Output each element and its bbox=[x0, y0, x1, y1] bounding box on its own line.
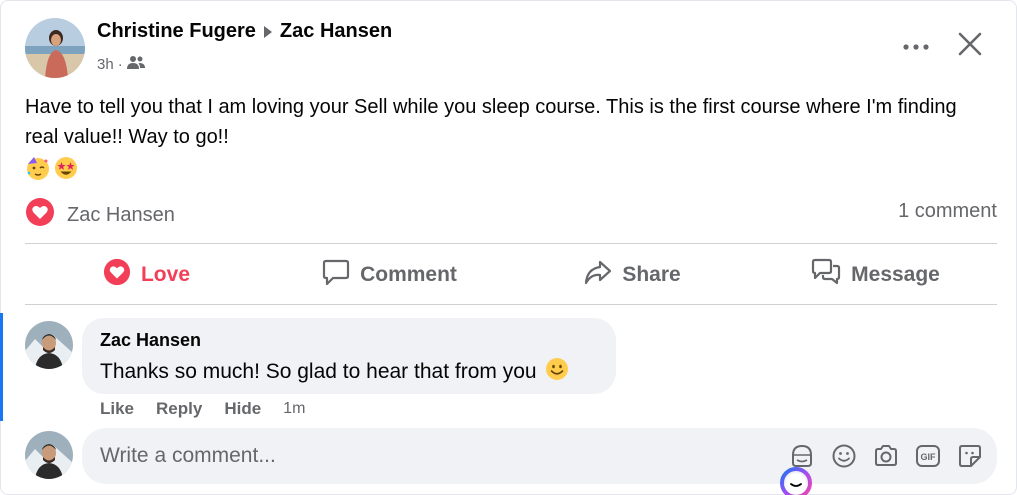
comment-icon bbox=[322, 258, 350, 292]
comment-text: Thanks so much! So glad to hear that fro… bbox=[100, 360, 537, 383]
comment-input[interactable] bbox=[100, 441, 780, 471]
share-label: Share bbox=[622, 263, 681, 286]
audience-friends-icon[interactable] bbox=[126, 54, 145, 74]
camera-icon[interactable] bbox=[872, 442, 900, 470]
star-struck-emoji bbox=[53, 155, 79, 181]
message-label: Message bbox=[851, 263, 940, 286]
love-label: Love bbox=[140, 263, 190, 286]
commenter-avatar[interactable] bbox=[25, 321, 73, 369]
comment-count-link[interactable]: 1 comment bbox=[898, 200, 997, 223]
comment-hide-button[interactable]: Hide bbox=[224, 399, 261, 419]
love-reaction-icon bbox=[25, 197, 55, 233]
post-time[interactable]: 3h bbox=[97, 56, 114, 73]
meta-separator: · bbox=[117, 55, 123, 73]
divider bbox=[25, 304, 997, 305]
comment-like-button[interactable]: Like bbox=[100, 399, 134, 419]
share-icon bbox=[584, 258, 612, 292]
partying-face-emoji bbox=[25, 155, 51, 181]
emoji-icon[interactable] bbox=[830, 442, 858, 470]
gif-icon[interactable]: GIF bbox=[914, 442, 942, 470]
more-dots-icon bbox=[903, 37, 929, 55]
close-icon bbox=[958, 32, 982, 61]
comment-highlight-bar bbox=[0, 313, 3, 421]
author-name[interactable]: Christine Fugere bbox=[97, 20, 256, 43]
post-header-names: Christine Fugere Zac Hansen bbox=[97, 20, 392, 43]
comment-label: Comment bbox=[360, 263, 457, 286]
message-icon bbox=[811, 258, 841, 292]
post-emojis bbox=[25, 155, 79, 181]
message-button[interactable]: Message bbox=[754, 248, 997, 302]
reactions-summary[interactable]: Zac Hansen bbox=[25, 197, 175, 233]
divider bbox=[25, 243, 997, 244]
comment-composer: GIF bbox=[82, 428, 997, 484]
comment-author[interactable]: Zac Hansen bbox=[100, 330, 598, 351]
share-button[interactable]: Share bbox=[511, 248, 754, 302]
comment-button[interactable]: Comment bbox=[268, 248, 511, 302]
current-user-avatar[interactable] bbox=[25, 431, 73, 479]
recipient-name[interactable]: Zac Hansen bbox=[280, 20, 392, 43]
post-card: Christine Fugere Zac Hansen 3h · Have to… bbox=[0, 0, 1017, 495]
more-options-button[interactable] bbox=[898, 30, 934, 62]
close-button[interactable] bbox=[952, 28, 988, 64]
love-button[interactable]: Love bbox=[25, 248, 268, 302]
meta-ai-icon[interactable] bbox=[779, 466, 813, 495]
love-icon bbox=[103, 258, 131, 292]
arrow-right-icon bbox=[263, 25, 272, 38]
author-avatar[interactable] bbox=[25, 18, 85, 78]
post-meta: 3h · bbox=[97, 54, 145, 74]
comment-actions: Like Reply Hide 1m bbox=[100, 399, 305, 419]
comment-bubble: Zac Hansen Thanks so much! So glad to he… bbox=[82, 318, 616, 394]
smiling-face-emoji bbox=[545, 357, 569, 387]
comment-reply-button[interactable]: Reply bbox=[156, 399, 202, 419]
comment-text-row: Thanks so much! So glad to hear that fro… bbox=[100, 357, 598, 387]
comment-time[interactable]: 1m bbox=[283, 400, 305, 418]
sticker-icon[interactable] bbox=[956, 442, 984, 470]
reaction-names: Zac Hansen bbox=[67, 203, 175, 226]
svg-text:GIF: GIF bbox=[921, 452, 937, 462]
post-actions: Love Comment Share Message bbox=[25, 248, 997, 302]
post-text: Have to tell you that I am loving your S… bbox=[25, 96, 957, 148]
